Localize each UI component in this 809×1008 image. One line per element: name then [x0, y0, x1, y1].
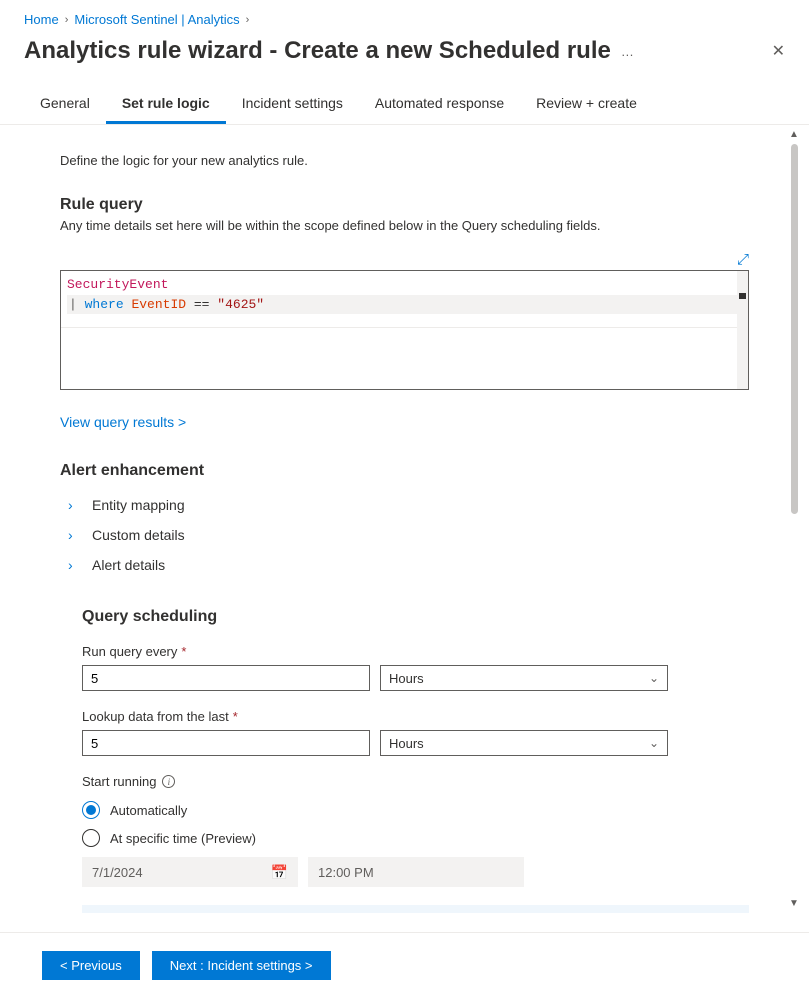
- query-token-pipe: |: [69, 297, 77, 312]
- required-marker: *: [233, 709, 238, 724]
- page-title: Analytics rule wizard - Create a new Sch…: [24, 37, 611, 65]
- radio-specific-time-label: At specific time (Preview): [110, 831, 256, 846]
- query-token-field: EventID: [131, 297, 186, 312]
- breadcrumb-sentinel[interactable]: Microsoft Sentinel | Analytics: [74, 12, 239, 27]
- breadcrumb: Home › Microsoft Sentinel | Analytics ›: [0, 0, 809, 33]
- query-token-string: "4625": [217, 297, 264, 312]
- radio-automatically[interactable]: [82, 801, 100, 819]
- accordion-label: Alert details: [92, 557, 165, 573]
- query-token-where: where: [85, 297, 124, 312]
- query-token-table: SecurityEvent: [67, 277, 168, 292]
- chevron-right-icon: ›: [68, 557, 80, 573]
- rule-query-title: Rule query: [60, 196, 749, 214]
- query-editor[interactable]: SecurityEvent | where EventID == "4625": [60, 270, 749, 390]
- query-scrollbar[interactable]: [737, 271, 748, 389]
- start-time-value: 12:00 PM: [318, 865, 374, 880]
- required-marker: *: [181, 644, 186, 659]
- chevron-right-icon: ›: [68, 527, 80, 543]
- accordion-entity-mapping[interactable]: › Entity mapping: [60, 490, 749, 520]
- chevron-right-icon: ›: [68, 497, 80, 513]
- select-value: Hours: [389, 736, 424, 751]
- previous-button[interactable]: < Previous: [42, 951, 140, 980]
- rule-query-subtitle: Any time details set here will be within…: [60, 218, 749, 233]
- tab-set-rule-logic[interactable]: Set rule logic: [106, 83, 226, 124]
- content-scroll[interactable]: Define the logic for your new analytics …: [0, 125, 809, 913]
- calendar-icon: 📅: [271, 864, 288, 881]
- lookup-unit-select[interactable]: Hours ⌄: [380, 730, 668, 756]
- lookup-label: Lookup data from the last: [82, 709, 229, 724]
- start-time-input: 12:00 PM: [308, 857, 524, 887]
- start-date-input: 7/1/2024 📅: [82, 857, 298, 887]
- chevron-down-icon: ⌄: [649, 736, 659, 750]
- radio-automatically-label: Automatically: [110, 803, 187, 818]
- radio-specific-time[interactable]: [82, 829, 100, 847]
- run-every-label: Run query every: [82, 644, 177, 659]
- page-scrollbar[interactable]: ▲ ▼: [787, 125, 801, 913]
- alert-enhancement-title: Alert enhancement: [60, 462, 749, 480]
- accordion-label: Custom details: [92, 527, 185, 543]
- tab-automated-response[interactable]: Automated response: [359, 83, 520, 124]
- chevron-down-icon: ⌄: [649, 671, 659, 685]
- start-date-value: 7/1/2024: [92, 865, 143, 880]
- accordion-label: Entity mapping: [92, 497, 185, 513]
- chevron-right-icon: ›: [65, 14, 69, 26]
- expand-icon[interactable]: ⤢: [737, 251, 749, 268]
- more-icon[interactable]: …: [621, 44, 635, 59]
- scroll-down-icon[interactable]: ▼: [789, 894, 799, 913]
- query-scheduling-title: Query scheduling: [82, 608, 749, 626]
- chevron-right-icon: ›: [246, 14, 250, 26]
- scroll-up-icon[interactable]: ▲: [789, 125, 799, 144]
- accordion-alert-details[interactable]: › Alert details: [60, 550, 749, 580]
- info-icon[interactable]: i: [162, 775, 175, 788]
- run-every-unit-select[interactable]: Hours ⌄: [380, 665, 668, 691]
- query-token-op: ==: [194, 297, 210, 312]
- next-button[interactable]: Next : Incident settings >: [152, 951, 331, 980]
- run-every-value-input[interactable]: [82, 665, 370, 691]
- intro-text: Define the logic for your new analytics …: [60, 153, 749, 168]
- breadcrumb-home[interactable]: Home: [24, 12, 59, 27]
- info-banner: i Starting automatically, the rule will …: [82, 905, 749, 913]
- accordion-custom-details[interactable]: › Custom details: [60, 520, 749, 550]
- tabs: General Set rule logic Incident settings…: [0, 83, 809, 125]
- tab-incident-settings[interactable]: Incident settings: [226, 83, 359, 124]
- close-icon[interactable]: ✕: [772, 41, 785, 61]
- view-query-results-link[interactable]: View query results >: [60, 414, 186, 430]
- select-value: Hours: [389, 671, 424, 686]
- start-running-label: Start running: [82, 774, 156, 789]
- tab-review-create[interactable]: Review + create: [520, 83, 653, 124]
- lookup-value-input[interactable]: [82, 730, 370, 756]
- tab-general[interactable]: General: [24, 83, 106, 124]
- wizard-footer: < Previous Next : Incident settings >: [0, 932, 809, 1008]
